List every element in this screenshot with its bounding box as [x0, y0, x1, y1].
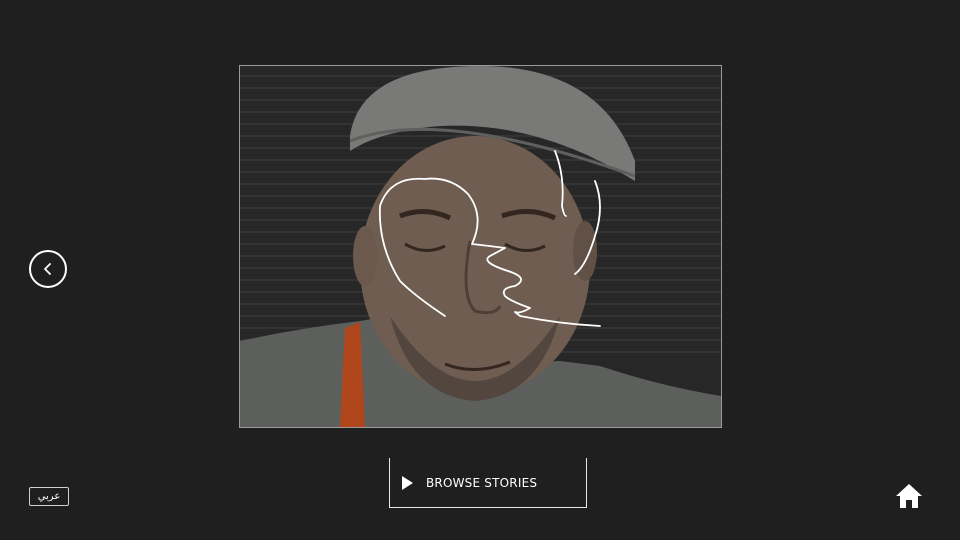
chevron-left-icon [44, 263, 51, 275]
story-photo [239, 65, 722, 428]
home-icon [896, 484, 922, 508]
story-photo-canvas [240, 66, 721, 427]
play-icon [401, 475, 415, 491]
language-toggle-button[interactable]: عربي [29, 487, 69, 506]
home-button[interactable] [895, 482, 923, 510]
browse-stories-label: BROWSE STORIES [426, 475, 538, 490]
back-button[interactable] [29, 250, 67, 288]
app-screen: BROWSE STORIES عربي [0, 0, 960, 540]
browse-stories-button[interactable]: BROWSE STORIES [389, 458, 587, 508]
